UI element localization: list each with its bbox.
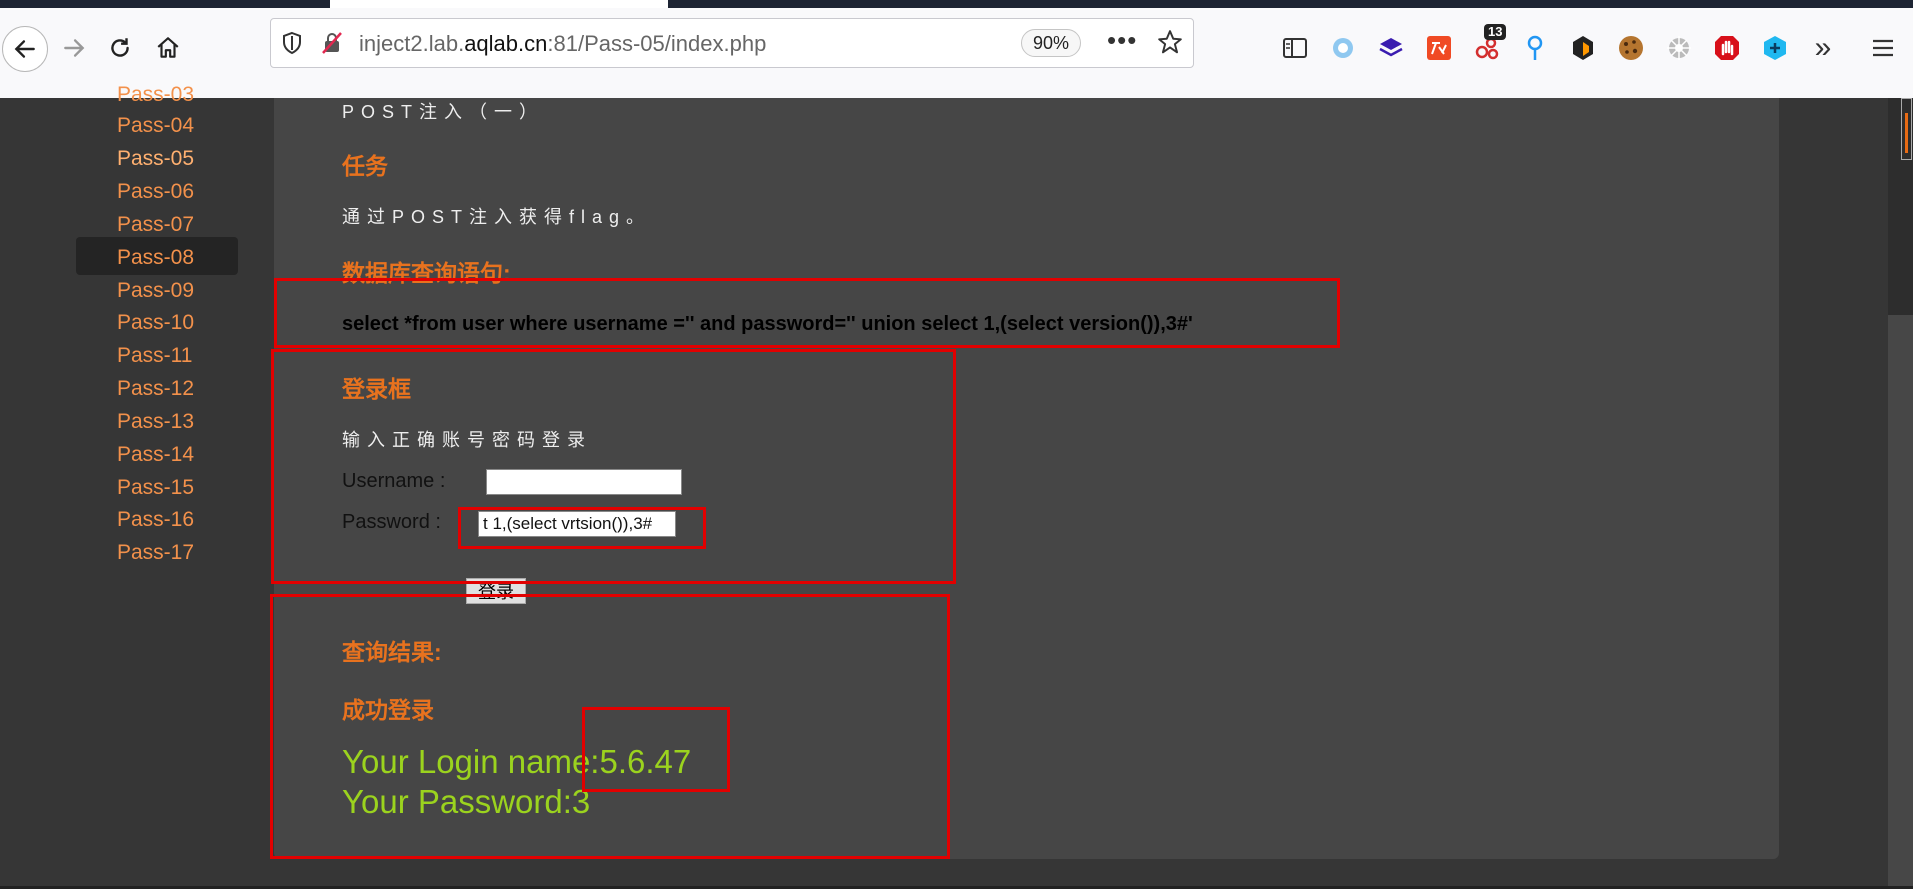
extension-gear-icon[interactable] bbox=[1664, 33, 1694, 63]
challenge-sidebar: Pass-03 Pass-04 Pass-05 Pass-06 Pass-07 Pass-… bbox=[0, 83, 274, 889]
url-domain: aqlab.cn bbox=[464, 31, 548, 56]
sidebar-item-pass-12[interactable]: Pass-12 bbox=[117, 377, 194, 401]
sidebar-item-pass-17[interactable]: Pass-17 bbox=[117, 541, 194, 565]
sidebar-item-pass-10[interactable]: Pass-10 bbox=[117, 311, 194, 335]
url-text[interactable]: inject2.lab.aqlab.cn:81/Pass-05/index.ph… bbox=[359, 31, 766, 57]
home-icon bbox=[157, 37, 179, 58]
scroll-position-indicator bbox=[1905, 113, 1908, 153]
reload-icon bbox=[111, 38, 129, 57]
extension-layers-icon[interactable] bbox=[1376, 33, 1406, 63]
extension-cube-icon[interactable] bbox=[1760, 33, 1790, 63]
bookmark-star-icon[interactable] bbox=[1157, 29, 1183, 55]
page-scrollbar[interactable] bbox=[1888, 98, 1913, 889]
sidebar-item-pass-08[interactable]: Pass-08 bbox=[117, 246, 194, 270]
sidebar-item-pass-07[interactable]: Pass-07 bbox=[117, 213, 194, 237]
sidebar-item-pass-13[interactable]: Pass-13 bbox=[117, 410, 194, 434]
url-prefix: inject2.lab. bbox=[359, 31, 465, 56]
arrow-left-icon bbox=[14, 40, 35, 58]
sidebar-item-pass-04[interactable]: Pass-04 bbox=[117, 114, 194, 138]
scroll-minimap bbox=[1901, 98, 1912, 160]
insecure-lock-icon[interactable] bbox=[321, 31, 343, 55]
sidebar-item-pass-06[interactable]: Pass-06 bbox=[117, 180, 194, 204]
extension-hex-icon[interactable] bbox=[1568, 33, 1598, 63]
page-actions-menu-button[interactable]: ••• bbox=[1107, 25, 1137, 56]
sidebar-item-pass-03[interactable]: Pass-03 bbox=[117, 83, 194, 107]
cookie-icon[interactable] bbox=[1616, 33, 1646, 63]
right-gutter bbox=[1779, 98, 1888, 889]
address-bar[interactable]: inject2.lab.aqlab.cn:81/Pass-05/index.ph… bbox=[270, 18, 1194, 68]
sidebar-item-pass-15[interactable]: Pass-15 bbox=[117, 476, 194, 500]
url-path: :81/Pass-05/index.php bbox=[547, 31, 767, 56]
adblock-hand-icon[interactable] bbox=[1712, 33, 1742, 63]
extension-circle-icon[interactable] bbox=[1328, 33, 1358, 63]
back-button[interactable] bbox=[2, 26, 48, 72]
reload-button[interactable] bbox=[98, 26, 142, 70]
sidebar-toggle-icon[interactable] bbox=[1280, 33, 1310, 63]
task-heading: 任务 bbox=[342, 153, 388, 179]
extension-translate-icon[interactable] bbox=[1424, 33, 1454, 63]
sidebar-item-pass-14[interactable]: Pass-14 bbox=[117, 443, 194, 467]
home-button[interactable] bbox=[146, 26, 190, 70]
hamburger-menu-icon[interactable] bbox=[1868, 33, 1898, 63]
tab-strip bbox=[0, 0, 1913, 8]
sidebar-item-pass-11[interactable]: Pass-11 bbox=[117, 344, 192, 368]
sidebar-item-pass-16[interactable]: Pass-16 bbox=[117, 508, 194, 532]
task-text: 通过POST注入获得flag。 bbox=[342, 207, 652, 227]
sidebar-item-pass-05[interactable]: Pass-05 bbox=[117, 147, 194, 171]
sql-highlight-box bbox=[274, 278, 1340, 348]
version-highlight-box bbox=[582, 707, 730, 792]
browser-toolbar: inject2.lab.aqlab.cn:81/Pass-05/index.ph… bbox=[0, 8, 1913, 98]
shield-icon[interactable] bbox=[281, 31, 303, 55]
zoom-level-button[interactable]: 90% bbox=[1021, 29, 1081, 57]
extension-badge: 13 bbox=[1484, 24, 1507, 40]
forward-button[interactable] bbox=[52, 26, 96, 70]
overflow-chevron-icon[interactable]: » bbox=[1808, 31, 1838, 64]
arrow-right-icon bbox=[64, 39, 85, 57]
page-subtitle: POST注入（一） bbox=[342, 102, 545, 122]
scrollbar-thumb[interactable] bbox=[1888, 315, 1913, 889]
active-tab[interactable] bbox=[330, 0, 668, 8]
sidebar-item-pass-09[interactable]: Pass-09 bbox=[117, 279, 194, 303]
extension-pin-icon[interactable] bbox=[1520, 33, 1550, 63]
password-highlight-box bbox=[458, 507, 706, 549]
